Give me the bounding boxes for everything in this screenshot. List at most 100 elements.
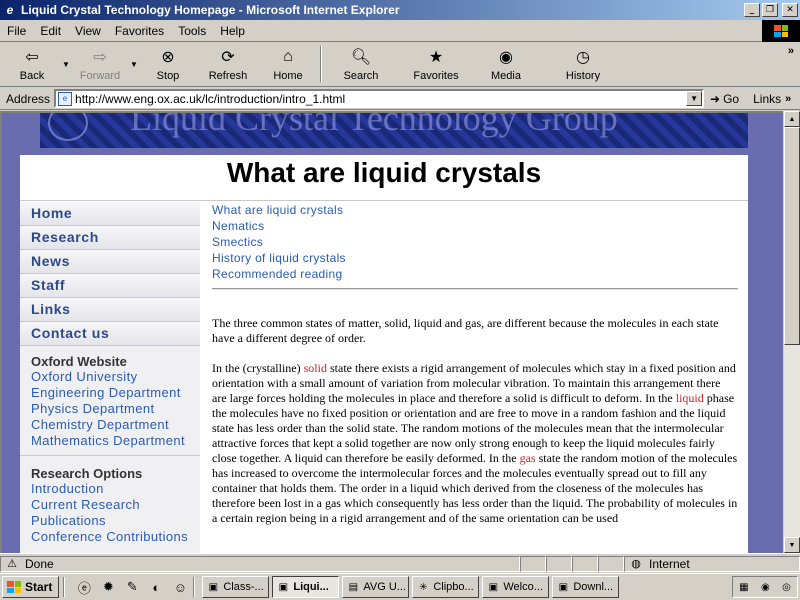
oxford-website-heading: Oxford Website	[31, 354, 127, 369]
security-zone: Internet	[649, 556, 690, 571]
nav-links[interactable]: Links	[20, 298, 200, 322]
nav-news[interactable]: News	[20, 250, 200, 274]
link-engineering-department[interactable]: Engineering Department	[20, 385, 200, 401]
home-button[interactable]: ⌂ Home	[260, 43, 316, 85]
menu-help[interactable]: Help	[213, 24, 252, 38]
restore-button[interactable]: ❐	[762, 3, 778, 17]
links-button[interactable]: Links	[753, 92, 781, 106]
solid-term: solid	[303, 361, 327, 375]
history-label: History	[565, 70, 601, 82]
quicklaunch-firefox-icon[interactable]: ✹	[99, 578, 117, 596]
minimize-button[interactable]: _	[744, 3, 760, 17]
quicklaunch-media-icon[interactable]: ◐	[147, 578, 165, 596]
window-title: Liquid Crystal Technology Homepage - Mic…	[21, 3, 400, 17]
taskbar: Start ⓔ ✹ ✎ ◐ ☺ ▣ Class-... ▣ Liqui... ▤ AV…	[0, 573, 800, 600]
stop-button[interactable]: ⊗ Stop	[140, 43, 196, 85]
task-liquid[interactable]: ▣ Liqui...	[272, 576, 340, 598]
link-introduction[interactable]: Introduction	[20, 481, 200, 497]
toc-history[interactable]: History of liquid crystals	[212, 250, 740, 266]
nav-contact-us[interactable]: Contact us	[20, 322, 200, 346]
quicklaunch-tool-icon[interactable]: ✎	[123, 578, 141, 596]
back-arrow-icon: ⇦	[25, 49, 39, 66]
menu-view[interactable]: View	[68, 24, 108, 38]
forward-arrow-icon: ⇨	[93, 49, 107, 66]
clipboard-icon: ✳	[419, 581, 428, 593]
taskbar-separator	[193, 577, 196, 597]
links-more-chevron[interactable]: »	[785, 93, 791, 105]
back-button[interactable]: ⇦ Back	[4, 43, 60, 85]
status-text: Done	[25, 556, 54, 571]
link-oxford-university[interactable]: Oxford University	[20, 369, 200, 385]
history-button[interactable]: ◷ History	[536, 43, 630, 85]
security-zone-cell: ◍ Internet	[624, 555, 800, 572]
status-empty-cell	[572, 555, 598, 572]
scroll-down-button[interactable]: ▼	[784, 537, 800, 553]
warning-icon: ⚠	[7, 558, 17, 570]
tray-volume-icon[interactable]: ◎	[782, 582, 791, 593]
address-input[interactable]	[75, 91, 686, 106]
link-conference-contributions[interactable]: Conference Contributions	[20, 529, 200, 545]
task-clipboard[interactable]: ✳ Clipbo...	[412, 576, 480, 598]
scroll-up-button[interactable]: ▲	[784, 111, 800, 127]
windows-flag-icon	[7, 581, 21, 593]
toc-nematics[interactable]: Nematics	[212, 218, 740, 234]
folder-icon: ▤	[348, 581, 359, 593]
menu-file[interactable]: File	[0, 24, 33, 38]
refresh-button[interactable]: ⟳ Refresh	[196, 43, 260, 85]
menu-edit[interactable]: Edit	[33, 24, 68, 38]
forward-label: Forward	[79, 70, 121, 82]
start-button[interactable]: Start	[2, 576, 60, 598]
task-avg[interactable]: ▤ AVG U...	[342, 576, 410, 598]
forward-button[interactable]: ⇨ Forward	[72, 43, 128, 85]
address-dropdown[interactable]: ▼	[686, 91, 703, 106]
close-button[interactable]: ✕	[782, 3, 798, 17]
nav-research[interactable]: Research	[20, 226, 200, 250]
liquid-term: liquid	[675, 391, 704, 405]
task-welcome[interactable]: ▣ Welco...	[482, 576, 550, 598]
menu-favorites[interactable]: Favorites	[108, 24, 171, 38]
toc-what-are-liquid-crystals[interactable]: What are liquid crystals	[212, 202, 740, 218]
menu-bar: File Edit View Favorites Tools Help	[0, 20, 800, 42]
favorites-button[interactable]: ★ Favorites	[396, 43, 476, 85]
link-mathematics-department[interactable]: Mathematics Department	[20, 433, 200, 449]
nav-staff[interactable]: Staff	[20, 274, 200, 298]
quicklaunch-messenger-icon[interactable]: ☺	[171, 578, 189, 596]
taskbar-separator	[63, 577, 66, 597]
go-button[interactable]: ➜ Go	[710, 92, 739, 106]
search-icon: 🔍︎	[350, 49, 372, 66]
site-banner: Liquid Crystal Technology Group	[40, 113, 748, 148]
tray-network-icon[interactable]: ▦	[739, 582, 748, 593]
toolbar-more-chevron[interactable]: »	[788, 45, 794, 57]
forward-dropdown[interactable]: ▼	[128, 43, 140, 85]
start-label: Start	[25, 580, 53, 594]
task-download[interactable]: ▣ Downl...	[552, 576, 620, 598]
nav-divider	[20, 455, 200, 456]
go-arrow-icon: ➜	[710, 91, 721, 106]
toolbar-separator	[320, 46, 322, 82]
page-title: What are liquid crystals	[20, 155, 748, 201]
back-label: Back	[19, 70, 45, 82]
link-publications[interactable]: Publications	[20, 513, 200, 529]
menu-tools[interactable]: Tools	[171, 24, 213, 38]
page-panel: What are liquid crystals Home Research N…	[20, 155, 748, 553]
windows-logo-throbber	[762, 20, 800, 42]
task-class[interactable]: ▣ Class-...	[202, 576, 270, 598]
nav-home[interactable]: Home	[20, 202, 200, 226]
gas-term: gas	[519, 451, 536, 465]
scroll-thumb[interactable]	[784, 127, 800, 345]
tray-antivirus-icon[interactable]: ◉	[761, 582, 770, 593]
window-icon: ▣	[208, 581, 219, 593]
toc-smectics[interactable]: Smectics	[212, 234, 740, 250]
vertical-scrollbar[interactable]: ▲ ▼	[783, 111, 800, 553]
link-physics-department[interactable]: Physics Department	[20, 401, 200, 417]
search-button[interactable]: 🔍︎ Search	[326, 43, 396, 85]
home-icon: ⌂	[283, 48, 293, 65]
link-chemistry-department[interactable]: Chemistry Department	[20, 417, 200, 433]
media-button[interactable]: ◉ Media	[476, 43, 536, 85]
ie-logo-icon: e	[6, 3, 14, 17]
back-dropdown[interactable]: ▼	[60, 43, 72, 85]
address-field[interactable]: e ▼	[54, 89, 705, 108]
quicklaunch-ie-icon[interactable]: ⓔ	[75, 578, 93, 596]
link-current-research[interactable]: Current Research	[20, 497, 200, 513]
toc-recommended-reading[interactable]: Recommended reading	[212, 266, 740, 282]
